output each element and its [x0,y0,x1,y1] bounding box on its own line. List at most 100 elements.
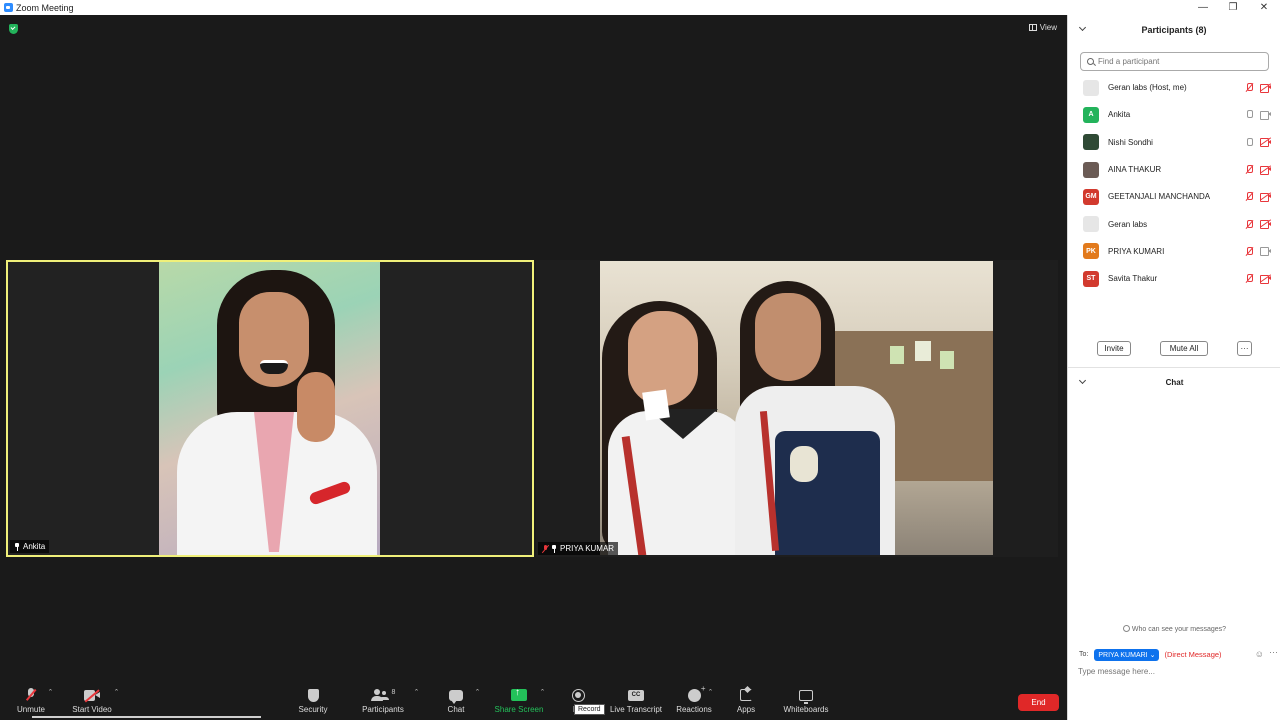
audio-options-caret[interactable]: ˆ [49,688,52,698]
record-icon [571,688,585,702]
live-transcript-button[interactable]: CC Live Transcript [610,687,662,717]
participants-options-caret[interactable]: ˆ [415,688,418,698]
participant-row[interactable]: Geran labs (Host, me) [1068,74,1280,101]
participant-name: Nishi Sondhi [1108,137,1153,147]
collapse-chevron-icon[interactable] [1078,376,1087,385]
muted-mic-icon[interactable] [1246,246,1253,256]
unmute-label: Unmute [16,705,45,714]
meeting-toolbar: Unmute ˆ Start Video ˆ Security 8 Partic… [0,680,1067,720]
participant-row[interactable]: Nishi Sondhi [1068,129,1280,156]
audio-level-bar [32,716,261,718]
pin-icon [551,544,557,553]
reactions-button[interactable]: Reactions [676,684,712,717]
participants-label: Participants [362,705,404,714]
close-button[interactable]: ✕ [1249,0,1279,15]
to-label: To: [1079,651,1089,658]
security-label: Security [298,705,328,714]
mute-all-button[interactable]: Mute All [1160,341,1208,356]
zoom-app-icon [4,3,13,12]
participant-name: Geran labs (Host, me) [1108,83,1187,93]
minimize-button[interactable]: — [1188,0,1218,15]
mic-icon[interactable] [1246,110,1253,119]
video-off-icon[interactable] [1259,83,1272,93]
video-off-icon[interactable] [1259,219,1272,230]
participants-title: Participants (8) [1141,25,1207,35]
share-options-caret[interactable]: ˆ [541,688,544,698]
video-tile-priya[interactable]: PRIYA KUMAR [536,260,1058,557]
collapse-chevron-icon[interactable] [1078,23,1087,32]
participant-search[interactable] [1080,52,1269,71]
muted-mic-icon[interactable] [1246,165,1253,174]
chat-more-icon[interactable]: ··· [1269,647,1278,657]
invite-button[interactable]: Invite [1097,341,1131,356]
security-button[interactable]: Security [297,687,329,717]
participant-row[interactable]: PK PRIYA KUMARI [1068,238,1280,265]
participant-name-label: Ankita [10,540,50,553]
avatar: A [1083,106,1099,123]
tile-name: PRIYA KUMAR [560,544,615,553]
chat-button[interactable]: Chat [443,687,469,717]
participant-row[interactable]: A Ankita [1068,101,1280,128]
video-off-icon[interactable] [1259,192,1272,202]
chat-options-caret[interactable]: ˆ [476,688,479,698]
chat-header: Chat [1068,373,1280,391]
end-meeting-button[interactable]: End [1018,694,1059,711]
mic-icon[interactable] [1246,137,1253,147]
participant-row[interactable]: ST Savita Thakur [1068,265,1280,292]
share-screen-button[interactable]: Share Screen [494,687,544,717]
chat-icon [449,689,463,704]
video-icon[interactable] [1260,110,1271,120]
reactions-options-caret[interactable]: ˆ [709,688,712,698]
video-icon[interactable] [1260,247,1271,257]
emoji-icon[interactable]: ☺ [1255,649,1264,659]
chat-title: Chat [1165,377,1184,387]
shield-icon [307,688,319,702]
unmute-button[interactable]: Unmute [15,687,47,717]
direct-message-label: (Direct Message) [1164,650,1222,659]
more-options-button[interactable]: ··· [1237,341,1252,356]
recipient-dropdown[interactable]: PRIYA KUMARI ⌄ [1094,648,1160,661]
whiteboards-button[interactable]: Whiteboards [782,687,830,717]
participant-name: Savita Thakur [1108,274,1158,284]
muted-mic-icon[interactable] [1246,192,1253,201]
participant-row[interactable]: Geran labs [1068,210,1280,237]
who-can-see-label: Who can see your messages? [1131,626,1227,633]
muted-mic-icon[interactable] [1246,219,1253,229]
apps-button[interactable]: Apps [734,687,758,717]
pin-icon [14,542,20,551]
panel-divider [1068,367,1280,368]
restore-button[interactable]: ❐ [1218,0,1248,15]
tile-name: Ankita [23,542,46,551]
participant-row[interactable]: GM GEETANJALI MANCHANDA [1068,183,1280,210]
participant-list: Geran labs (Host, me) A Ankita Nishi Sondhi… [1068,74,1280,292]
video-tile-ankita[interactable]: Ankita [6,260,534,557]
video-stage: View Ankita PRIYA KUMAR [0,15,1067,680]
view-label: View [1039,23,1057,32]
encryption-shield-icon[interactable] [9,24,18,34]
avatar [1083,216,1099,233]
video-options-caret[interactable]: ˆ [115,688,118,698]
participant-search-input[interactable] [1098,57,1258,66]
chat-label: Chat [447,705,465,714]
whiteboard-icon [799,689,813,704]
grid-view-icon [1028,24,1037,31]
muted-mic-icon[interactable] [1246,83,1253,92]
participant-name-label: PRIYA KUMAR [538,542,619,555]
video-off-icon[interactable] [1259,164,1272,175]
view-button[interactable]: View [1028,23,1057,32]
video-off-icon[interactable] [1259,274,1272,284]
reactions-label: Reactions [676,705,712,714]
title-bar: Zoom Meeting — ❐ ✕ [0,0,1280,15]
participants-button[interactable]: 8 Participants [360,687,406,717]
participants-icon [370,689,389,701]
start-video-button[interactable]: Start Video [70,687,114,717]
chat-message-input[interactable] [1078,667,1268,676]
who-can-see-link[interactable]: Who can see your messages? [1068,625,1280,633]
start-video-label: Start Video [72,705,112,714]
people-icon [1122,625,1130,632]
participant-row[interactable]: AINA THAKUR [1068,156,1280,183]
chevron-down-icon: ⌄ [1149,651,1156,659]
muted-mic-icon[interactable] [1246,274,1253,283]
video-off-icon[interactable] [1259,137,1272,148]
reaction-smiley-icon [687,684,705,702]
